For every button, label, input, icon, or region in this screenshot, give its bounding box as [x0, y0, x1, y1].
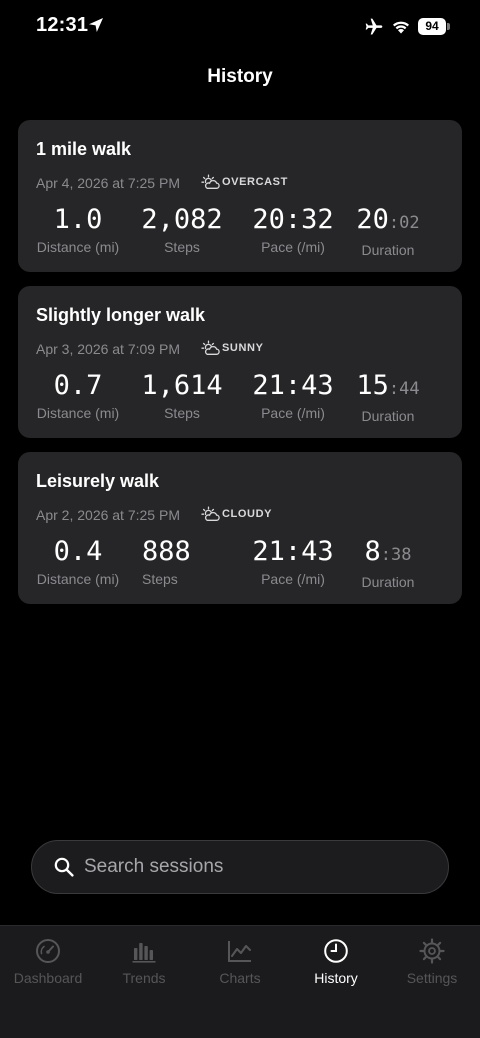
duration-value: 20:02: [354, 204, 422, 239]
duration-metric: 15:44 Duration: [354, 370, 422, 424]
steps-value: 2,082: [141, 204, 223, 235]
duration-label: Duration: [361, 242, 415, 258]
session-date: Apr 4, 2026 at 7:25 PM: [36, 175, 180, 191]
partly-cloudy-icon: [201, 174, 220, 189]
line-chart-icon: [228, 941, 251, 962]
pace-value: 21:43: [252, 536, 334, 567]
steps-metric: 1,614 Steps: [140, 370, 224, 421]
duration-value: 8:38: [354, 536, 422, 571]
session-title: 1 mile walk: [36, 139, 132, 159]
duration-seconds: :38: [380, 545, 412, 565]
steps-label: Steps: [142, 571, 178, 587]
weather-label: CLOUDY: [222, 508, 273, 520]
distance-label: Distance (mi): [36, 405, 120, 421]
weather-label: SUNNY: [222, 342, 264, 354]
steps-value: 888: [142, 536, 191, 567]
duration-value: 15:44: [354, 370, 422, 405]
duration-minutes: 15: [356, 370, 389, 401]
distance-label: Distance (mi): [36, 239, 120, 255]
pace-metric: 20:32 Pace (/mi): [246, 204, 340, 255]
tab-dashboard[interactable]: Dashboard: [0, 938, 96, 986]
battery-nub: [447, 23, 450, 30]
weather-label: OVERCAST: [222, 176, 288, 188]
distance-metric: 1.0 Distance (mi): [18, 204, 138, 255]
tab-label: Settings: [406, 970, 458, 986]
duration-label: Duration: [361, 408, 415, 424]
distance-metric: 0.4 Distance (mi): [18, 536, 138, 587]
tab-history[interactable]: History: [288, 938, 384, 986]
steps-label: Steps: [164, 239, 200, 255]
search-icon: [54, 857, 74, 877]
tab-label: Trends: [122, 970, 166, 986]
distance-label: Distance (mi): [36, 571, 120, 587]
gauge-icon: [36, 939, 60, 963]
tab-label: History: [314, 970, 358, 986]
duration-minutes: 8: [364, 536, 381, 567]
location-arrow-icon: [89, 18, 103, 32]
search-input[interactable]: [84, 841, 434, 893]
pace-label: Pace (/mi): [261, 571, 325, 587]
steps-metric: 888 Steps: [142, 536, 226, 587]
partly-cloudy-icon: [201, 506, 220, 521]
search-bar[interactable]: [31, 840, 449, 894]
battery-indicator: 94: [418, 18, 446, 35]
duration-seconds: :44: [388, 379, 420, 399]
tab-bar: Dashboard Trends Charts History Settings: [0, 925, 480, 1038]
partly-cloudy-icon: [201, 340, 220, 355]
distance-value: 0.7: [53, 370, 103, 401]
duration-minutes: 20: [356, 204, 389, 235]
distance-value: 1.0: [53, 204, 103, 235]
duration-seconds: :02: [388, 213, 420, 233]
steps-label: Steps: [164, 405, 200, 421]
airplane-icon: [365, 18, 383, 35]
session-card[interactable]: Slightly longer walk Apr 3, 2026 at 7:09…: [18, 286, 462, 438]
session-title: Leisurely walk: [36, 471, 160, 491]
tab-charts[interactable]: Charts: [192, 938, 288, 986]
distance-value: 0.4: [53, 536, 103, 567]
steps-metric: 2,082 Steps: [140, 204, 224, 255]
pace-value: 20:32: [252, 204, 334, 235]
tab-trends[interactable]: Trends: [96, 938, 192, 986]
status-time: 12:31: [36, 14, 89, 36]
tab-label: Dashboard: [13, 970, 83, 986]
clock-icon: [324, 939, 348, 963]
duration-metric: 8:38 Duration: [354, 536, 422, 590]
session-card[interactable]: Leisurely walk Apr 2, 2026 at 7:25 PM CL…: [18, 452, 462, 604]
session-date: Apr 2, 2026 at 7:25 PM: [36, 507, 180, 523]
pace-label: Pace (/mi): [261, 405, 325, 421]
page-title: History: [207, 66, 273, 87]
gear-icon: [419, 938, 445, 964]
bar-chart-icon: [132, 943, 156, 963]
pace-metric: 21:43 Pace (/mi): [246, 370, 340, 421]
tab-label: Charts: [219, 970, 261, 986]
pace-label: Pace (/mi): [261, 239, 325, 255]
status-bar: 12:31 94: [0, 0, 480, 54]
steps-value: 1,614: [141, 370, 223, 401]
pace-metric: 21:43 Pace (/mi): [246, 536, 340, 587]
pace-value: 21:43: [252, 370, 334, 401]
duration-label: Duration: [361, 574, 415, 590]
history-screen: 12:31 94 History 1 mile walk Apr 4, 2026…: [0, 0, 480, 1038]
session-date: Apr 3, 2026 at 7:09 PM: [36, 341, 180, 357]
session-card[interactable]: 1 mile walk Apr 4, 2026 at 7:25 PM OVERC…: [18, 120, 462, 272]
duration-metric: 20:02 Duration: [354, 204, 422, 258]
wifi-icon: [393, 21, 409, 34]
session-list: 1 mile walk Apr 4, 2026 at 7:25 PM OVERC…: [18, 120, 462, 618]
session-title: Slightly longer walk: [36, 305, 206, 325]
tab-settings[interactable]: Settings: [384, 938, 480, 986]
distance-metric: 0.7 Distance (mi): [18, 370, 138, 421]
